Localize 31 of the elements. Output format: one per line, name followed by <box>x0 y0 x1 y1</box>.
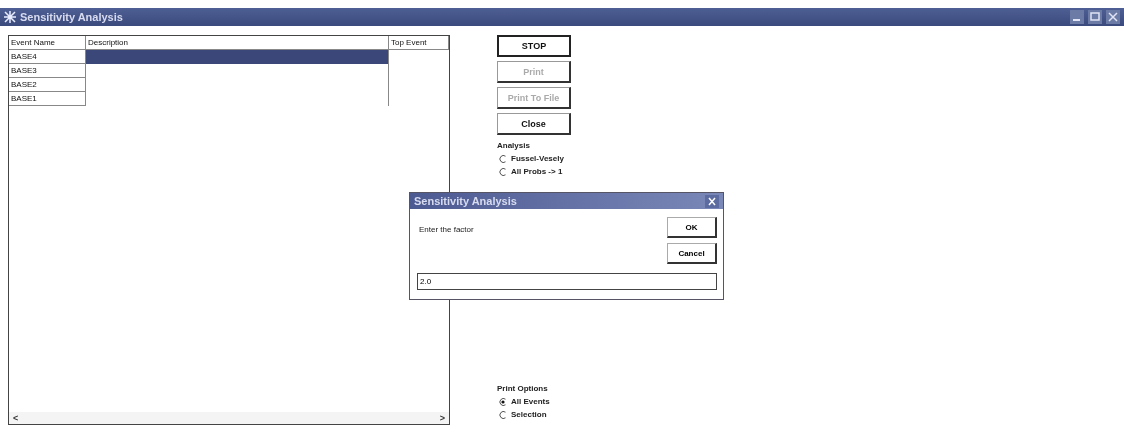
scroll-left-arrow[interactable]: < <box>13 413 19 423</box>
radio-label[interactable]: Fussel-Vesely <box>511 154 564 163</box>
action-button[interactable]: STOP <box>497 35 571 57</box>
table-cell: BASE1 <box>9 92 86 106</box>
radio-button[interactable] <box>499 167 507 176</box>
group-label: Analysis <box>497 141 531 150</box>
maximize-icon[interactable] <box>1088 10 1102 24</box>
radio-button[interactable] <box>499 410 507 419</box>
dialog-title: Sensitivity Analysis <box>414 195 517 207</box>
column-header[interactable]: Description <box>86 36 389 50</box>
radio-label[interactable]: Selection <box>511 410 547 419</box>
dialog-button[interactable]: OK <box>667 217 717 238</box>
radio-button[interactable] <box>499 154 507 163</box>
column-header[interactable]: Top Event <box>389 36 449 50</box>
close-icon[interactable] <box>1106 10 1120 24</box>
radio-label[interactable]: All Probs -> 1 <box>511 167 563 176</box>
radio-button[interactable] <box>499 397 507 406</box>
group-label: Print Options <box>497 384 549 393</box>
column-header[interactable]: Event Name <box>9 36 86 50</box>
dialog-button[interactable]: Cancel <box>667 243 717 264</box>
factor-field[interactable]: 2.0 <box>417 273 717 290</box>
table-cell: BASE2 <box>9 78 86 92</box>
radio-label[interactable]: All Events <box>511 397 550 406</box>
window-title: Sensitivity Analysis <box>20 11 123 23</box>
table-cell: BASE4 <box>9 50 86 64</box>
table-cell: BASE3 <box>9 64 86 78</box>
scroll-right-arrow[interactable]: > <box>439 413 445 423</box>
action-button[interactable]: Close <box>497 113 571 135</box>
app-icon <box>4 11 16 23</box>
horizontal-scrollbar[interactable]: < > <box>9 412 449 424</box>
prompt-text: Enter the factor <box>419 225 474 236</box>
